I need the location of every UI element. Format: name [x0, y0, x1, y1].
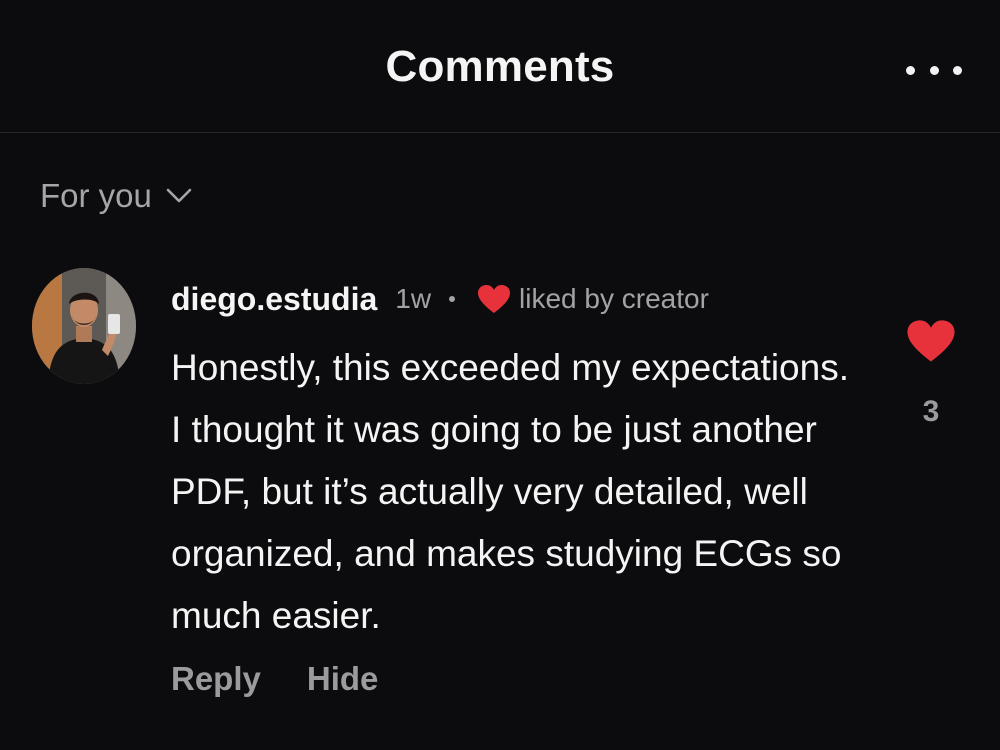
avatar-photo	[32, 268, 136, 384]
comment-meta: diego.estudia 1w liked by creator	[171, 278, 709, 320]
hide-button[interactable]: Hide	[307, 660, 379, 698]
sort-label: For you	[40, 177, 152, 214]
comment-line: much easier.	[171, 595, 381, 636]
avatar[interactable]	[32, 268, 136, 384]
comment-line: Honestly, this exceeded my expectations.	[171, 347, 849, 388]
page-title: Comments	[385, 42, 615, 91]
separator-dot	[449, 296, 456, 302]
comment-text: Honestly, this exceeded my expectations.…	[171, 337, 871, 647]
header: Comments	[0, 0, 1000, 133]
comment-line: PDF, but it’s actually very detailed, we…	[171, 471, 808, 512]
more-horizontal-icon	[906, 65, 915, 75]
more-options-button[interactable]	[906, 55, 962, 85]
more-horizontal-icon	[929, 65, 939, 75]
like-count: 3	[922, 395, 940, 428]
chevron-down-icon	[166, 188, 192, 203]
like-button[interactable]	[906, 318, 956, 368]
comment-line: organized, and makes studying ECGs so	[171, 533, 842, 574]
more-horizontal-icon	[953, 65, 962, 75]
username[interactable]: diego.estudia	[171, 281, 377, 318]
heart-icon	[477, 284, 511, 314]
comment-line: I thought it was going to be just anothe…	[171, 409, 817, 450]
heart-icon	[907, 320, 955, 362]
comment-actions: Reply Hide	[171, 660, 378, 698]
reply-button[interactable]: Reply	[171, 660, 261, 698]
sort-dropdown[interactable]: For you	[40, 174, 192, 218]
comment-time: 1w	[395, 283, 432, 314]
comments-screen: Comments For you diego.estudia 1w liked …	[0, 0, 1000, 750]
liked-by-creator-label: liked by creator	[519, 283, 709, 314]
